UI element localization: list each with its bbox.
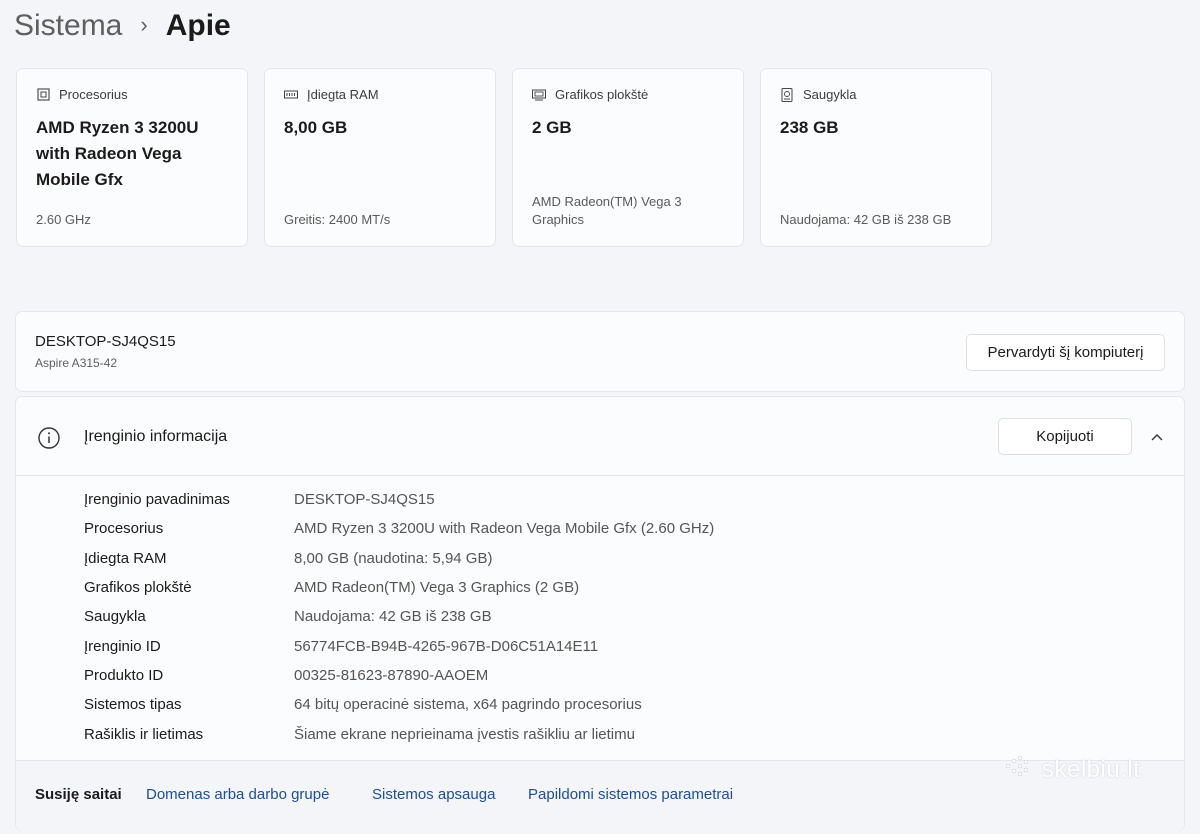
spec-row: Saugykla Naudojama: 42 GB iš 238 GB xyxy=(84,602,714,631)
ram-icon xyxy=(284,88,298,102)
card-sub: 2.60 GHz xyxy=(36,212,91,227)
spec-row: Grafikos plokštė AMD Radeon(TM) Vega 3 G… xyxy=(84,573,714,602)
link-advanced-system-settings[interactable]: Papildomi sistemos parametrai xyxy=(528,786,733,803)
card-graphics: Grafikos plokštė 2 GB AMD Radeon(TM) Veg… xyxy=(512,68,744,247)
spec-row: Produkto ID 00325-81623-87890-AAOEM xyxy=(84,661,714,690)
spec-value: AMD Ryzen 3 3200U with Radeon Vega Mobil… xyxy=(294,520,715,538)
spec-key: Įrenginio ID xyxy=(84,637,161,655)
info-icon xyxy=(37,426,61,450)
storage-icon xyxy=(780,87,794,102)
device-name-bar: DESKTOP-SJ4QS15 Aspire A315-42 Pervardyt… xyxy=(15,311,1185,392)
card-label: Procesorius xyxy=(59,87,128,102)
graphics-card-icon xyxy=(532,88,546,102)
card-sub: Greitis: 2400 MT/s xyxy=(284,212,391,227)
spec-value: 00325-81623-87890-AAOEM xyxy=(294,666,489,684)
card-value: 2 GB xyxy=(532,118,572,137)
watermark-text: skelbiu.lt xyxy=(1042,755,1141,783)
card-value: 8,00 GB xyxy=(284,118,348,137)
watermark: skelbiu.lt xyxy=(1004,755,1140,784)
spec-row: Sistemos tipas 64 bitų operacinė sistema… xyxy=(84,690,714,719)
spec-key: Įdiegta RAM xyxy=(84,549,167,567)
device-info-header[interactable]: Įrenginio informacija Kopijuoti xyxy=(16,397,1184,476)
card-label: Įdiegta RAM xyxy=(307,87,379,102)
spec-value: 56774FCB-B94B-4265-967B-D06C51A14E11 xyxy=(294,637,599,655)
card-label: Grafikos plokštė xyxy=(555,87,649,102)
spec-row: Įrenginio ID 56774FCB-B94B-4265-967B-D06… xyxy=(84,631,714,660)
spec-value: Naudojama: 42 GB iš 238 GB xyxy=(294,608,492,626)
card-storage: Saugykla 238 GB Naudojama: 42 GB iš 238 … xyxy=(760,68,992,247)
rename-pc-button[interactable]: Pervardyti šį kompiuterį xyxy=(966,334,1165,371)
card-sub: Naudojama: 42 GB iš 238 GB xyxy=(780,212,952,227)
breadcrumb-sistema[interactable]: Sistema xyxy=(14,9,122,43)
breadcrumb: Sistema › Apie xyxy=(14,4,231,48)
spec-row: Rašiklis ir lietimas Šiame ekrane neprie… xyxy=(84,719,714,748)
spec-value: 8,00 GB (naudotina: 5,94 GB) xyxy=(294,549,493,567)
chevron-up-icon[interactable] xyxy=(1147,427,1167,447)
spec-cards: Procesorius AMD Ryzen 3 3200U with Radeo… xyxy=(16,68,992,247)
link-system-protection[interactable]: Sistemos apsauga xyxy=(372,786,495,803)
card-sub: AMD Radeon(TM) Vega 3 Graphics xyxy=(532,194,682,227)
copy-button[interactable]: Kopijuoti xyxy=(998,418,1132,455)
page-title: Apie xyxy=(165,9,231,42)
card-value: 238 GB xyxy=(780,118,839,137)
watermark-logo-icon xyxy=(1004,755,1034,784)
device-model: Aspire A315-42 xyxy=(35,356,118,370)
spec-key: Rašiklis ir lietimas xyxy=(84,725,204,743)
card-processor: Procesorius AMD Ryzen 3 3200U with Radeo… xyxy=(16,68,248,247)
device-name: DESKTOP-SJ4QS15 xyxy=(35,333,176,350)
spec-row: Įdiegta RAM 8,00 GB (naudotina: 5,94 GB) xyxy=(84,544,714,573)
spec-key: Grafikos plokštė xyxy=(84,579,192,597)
card-label: Saugykla xyxy=(803,87,857,102)
spec-value: Šiame ekrane neprieinama įvestis rašikli… xyxy=(294,725,635,743)
spec-key: Procesorius xyxy=(84,520,164,538)
spec-row: Įrenginio pavadinimas DESKTOP-SJ4QS15 xyxy=(84,485,714,514)
spec-value: 64 bitų operacinė sistema, x64 pagrindo … xyxy=(294,696,642,714)
spec-value: DESKTOP-SJ4QS15 xyxy=(294,491,435,509)
device-info-title: Įrenginio informacija xyxy=(84,428,228,445)
chevron-right-icon: › xyxy=(140,12,148,37)
spec-value: AMD Radeon(TM) Vega 3 Graphics (2 GB) xyxy=(294,579,580,597)
device-spec-table: Įrenginio pavadinimas DESKTOP-SJ4QS15 Pr… xyxy=(84,485,714,749)
spec-row: Procesorius AMD Ryzen 3 3200U with Radeo… xyxy=(84,514,714,543)
card-value: AMD Ryzen 3 3200U with Radeon Vega Mobil… xyxy=(36,118,199,189)
spec-key: Sistemos tipas xyxy=(84,696,182,714)
related-links-label: Susiję saitai xyxy=(35,786,122,803)
spec-key: Įrenginio pavadinimas xyxy=(84,491,230,509)
spec-key: Produkto ID xyxy=(84,666,164,684)
processor-icon xyxy=(36,88,50,102)
spec-key: Saugykla xyxy=(84,608,146,626)
link-domain-workgroup[interactable]: Domenas arba darbo grupė xyxy=(146,786,329,803)
card-ram: Įdiegta RAM 8,00 GB Greitis: 2400 MT/s xyxy=(264,68,496,247)
